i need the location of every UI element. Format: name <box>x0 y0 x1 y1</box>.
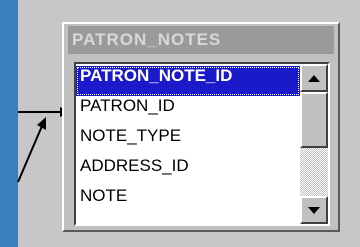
column-item[interactable]: NOTE_TYPE <box>76 126 300 156</box>
scroll-thumb[interactable] <box>300 92 328 148</box>
table-title: PATRON_NOTES <box>68 26 334 54</box>
table-window[interactable]: PATRON_NOTES PATRON_NOTE_ID PATRON_ID NO… <box>62 22 340 232</box>
vertical-scrollbar[interactable] <box>300 64 328 224</box>
arrow-diagonal-icon <box>17 117 46 183</box>
scroll-down-button[interactable] <box>300 196 328 224</box>
column-item[interactable]: PATRON_ID <box>76 96 300 126</box>
triangle-down-icon <box>308 206 320 214</box>
scroll-up-button[interactable] <box>300 64 328 92</box>
column-item[interactable]: NOTE <box>76 186 300 216</box>
column-listbox[interactable]: PATRON_NOTE_ID PATRON_ID NOTE_TYPE ADDRE… <box>74 62 330 226</box>
column-list: PATRON_NOTE_ID PATRON_ID NOTE_TYPE ADDRE… <box>76 66 300 216</box>
triangle-up-icon <box>308 74 320 82</box>
column-item[interactable]: ADDRESS_ID <box>76 156 300 186</box>
column-item[interactable]: PATRON_NOTE_ID <box>76 66 300 96</box>
